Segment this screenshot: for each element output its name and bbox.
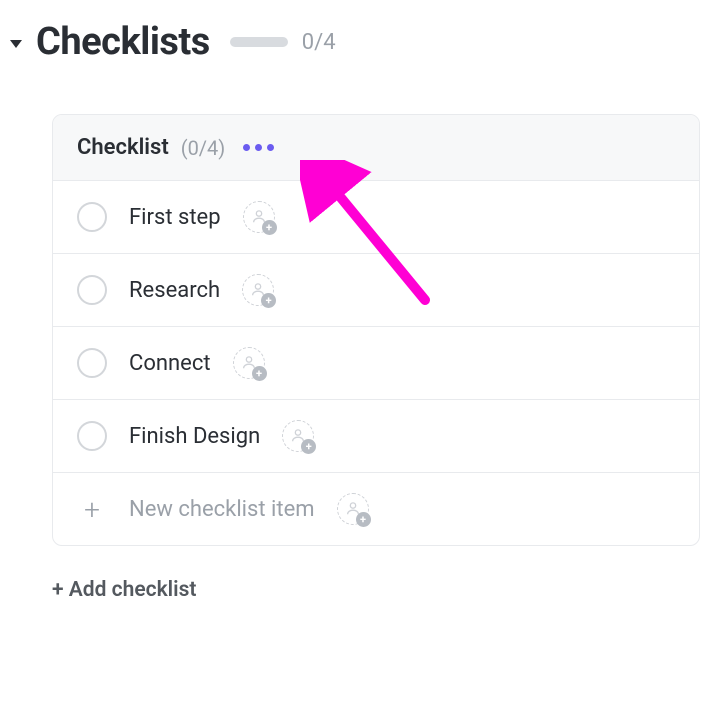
collapse-caret-icon[interactable]: [10, 40, 22, 48]
section-header: Checklists 0/4: [0, 0, 704, 64]
checkbox-circle-icon[interactable]: [77, 202, 107, 232]
new-item-label: New checklist item: [129, 497, 315, 522]
assign-user-icon[interactable]: +: [233, 347, 265, 379]
more-options-icon[interactable]: [237, 138, 280, 157]
checklist-item[interactable]: First step +: [53, 181, 699, 254]
assign-user-icon[interactable]: +: [243, 201, 275, 233]
checklist-count: (0/4): [181, 136, 226, 160]
checklist-item[interactable]: Finish Design +: [53, 400, 699, 473]
checkbox-circle-icon[interactable]: [77, 421, 107, 451]
checklist-item[interactable]: Research +: [53, 254, 699, 327]
checklist-item-label: Connect: [129, 351, 211, 376]
assign-user-icon[interactable]: +: [242, 274, 274, 306]
checklist-item[interactable]: Connect +: [53, 327, 699, 400]
checklist-item-label: Finish Design: [129, 424, 260, 449]
checklist-header: Checklist (0/4): [53, 115, 699, 181]
checklist-item-label: Research: [129, 278, 220, 303]
plus-icon: +: [77, 494, 107, 524]
add-checklist-button[interactable]: + Add checklist: [52, 578, 704, 602]
checklist-card: Checklist (0/4) First step + Research + …: [52, 114, 700, 546]
new-checklist-item-button[interactable]: + New checklist item +: [53, 473, 699, 545]
section-title: Checklists: [36, 20, 210, 64]
assign-user-icon[interactable]: +: [337, 493, 369, 525]
assign-user-icon[interactable]: +: [282, 420, 314, 452]
section-count: 0/4: [302, 30, 336, 55]
checkbox-circle-icon[interactable]: [77, 275, 107, 305]
checklist-title[interactable]: Checklist: [77, 135, 169, 160]
checkbox-circle-icon[interactable]: [77, 348, 107, 378]
checklist-item-label: First step: [129, 205, 221, 230]
progress-bar: [230, 37, 288, 47]
